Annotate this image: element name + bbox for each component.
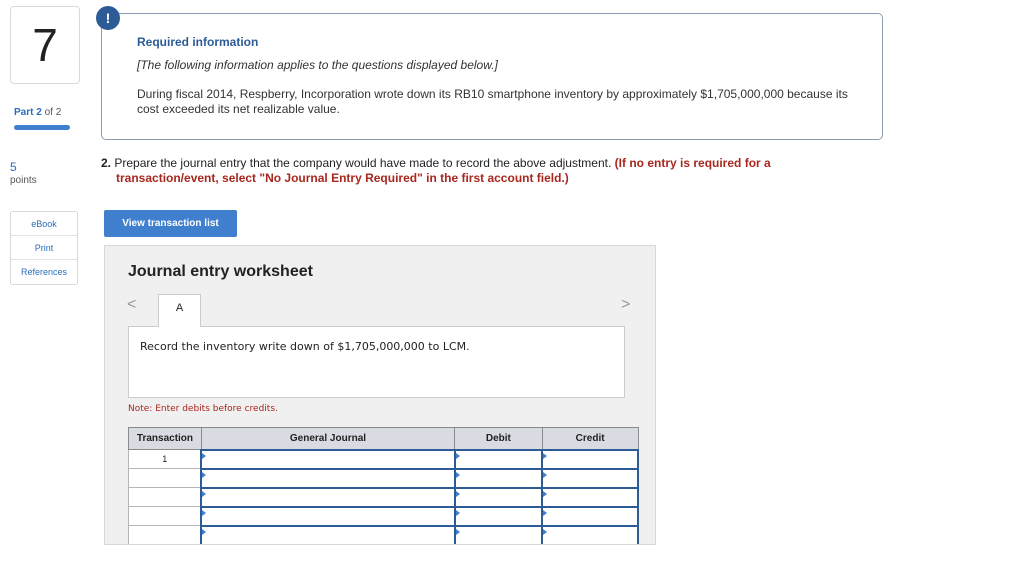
part-indicator: Part 2 of 2 <box>14 107 61 118</box>
col-credit: Credit <box>541 427 639 450</box>
journal-table: Transaction General Journal Debit Credit… <box>128 427 639 544</box>
table-row <box>128 486 639 508</box>
transaction-cell <box>128 525 202 544</box>
debit-input[interactable] <box>453 524 544 544</box>
question-number: 7 <box>10 6 80 84</box>
transaction-cell: 1 <box>128 449 202 469</box>
credit-input[interactable] <box>541 505 639 527</box>
journal-worksheet-panel: Journal entry worksheet < > A Record the… <box>104 245 656 545</box>
question-body: Prepare the journal entry that the compa… <box>114 156 612 170</box>
transaction-description-box: Record the inventory write down of $1,70… <box>128 326 625 398</box>
info-title: Required information <box>137 35 259 49</box>
table-row <box>128 467 639 489</box>
required-information-box: Required information [The following info… <box>101 13 883 140</box>
credit-input[interactable] <box>541 486 639 508</box>
debit-input[interactable] <box>453 467 544 489</box>
question-text: 2. Prepare the journal entry that the co… <box>101 156 861 186</box>
col-general-journal: General Journal <box>200 427 456 450</box>
debit-input[interactable] <box>453 486 544 508</box>
account-select[interactable] <box>200 505 456 527</box>
account-select[interactable] <box>200 486 456 508</box>
view-transaction-list-button[interactable]: View transaction list <box>104 210 237 237</box>
prev-arrow-icon[interactable]: < <box>127 296 136 314</box>
transaction-cell <box>128 468 202 488</box>
info-note: [The following information applies to th… <box>137 58 498 72</box>
worksheet-title: Journal entry worksheet <box>128 263 313 280</box>
references-link[interactable]: References <box>11 260 77 284</box>
info-text: During fiscal 2014, Respberry, Incorpora… <box>137 87 848 116</box>
transaction-description: Record the inventory write down of $1,70… <box>140 340 470 353</box>
tab-a[interactable]: A <box>158 294 201 327</box>
account-select[interactable] <box>200 467 456 489</box>
account-select[interactable] <box>200 448 456 470</box>
next-arrow-icon[interactable]: > <box>621 296 630 314</box>
part-label-text: Part 2 <box>14 107 42 118</box>
tools-panel: eBook Print References <box>10 211 78 285</box>
credit-input[interactable] <box>541 467 639 489</box>
debits-credits-note: Note: Enter debits before credits. <box>128 404 278 414</box>
debit-input[interactable] <box>453 505 544 527</box>
print-link[interactable]: Print <box>11 236 77 260</box>
table-row: 1 <box>128 448 639 470</box>
points-value: 5 <box>10 160 17 174</box>
part-progress-bar <box>14 125 70 130</box>
debit-input[interactable] <box>453 448 544 470</box>
question-number-label: 2. <box>101 156 112 170</box>
account-select[interactable] <box>200 524 456 544</box>
credit-input[interactable] <box>541 448 639 470</box>
transaction-cell <box>128 506 202 526</box>
transaction-cell <box>128 487 202 507</box>
ebook-link[interactable]: eBook <box>11 212 77 236</box>
table-row <box>128 505 639 527</box>
table-row <box>128 524 639 544</box>
credit-input[interactable] <box>541 524 639 544</box>
part-of-text: of 2 <box>44 107 62 118</box>
alert-icon: ! <box>96 6 120 30</box>
points-label: points <box>10 175 37 186</box>
col-debit: Debit <box>454 427 543 450</box>
col-transaction: Transaction <box>128 427 202 450</box>
